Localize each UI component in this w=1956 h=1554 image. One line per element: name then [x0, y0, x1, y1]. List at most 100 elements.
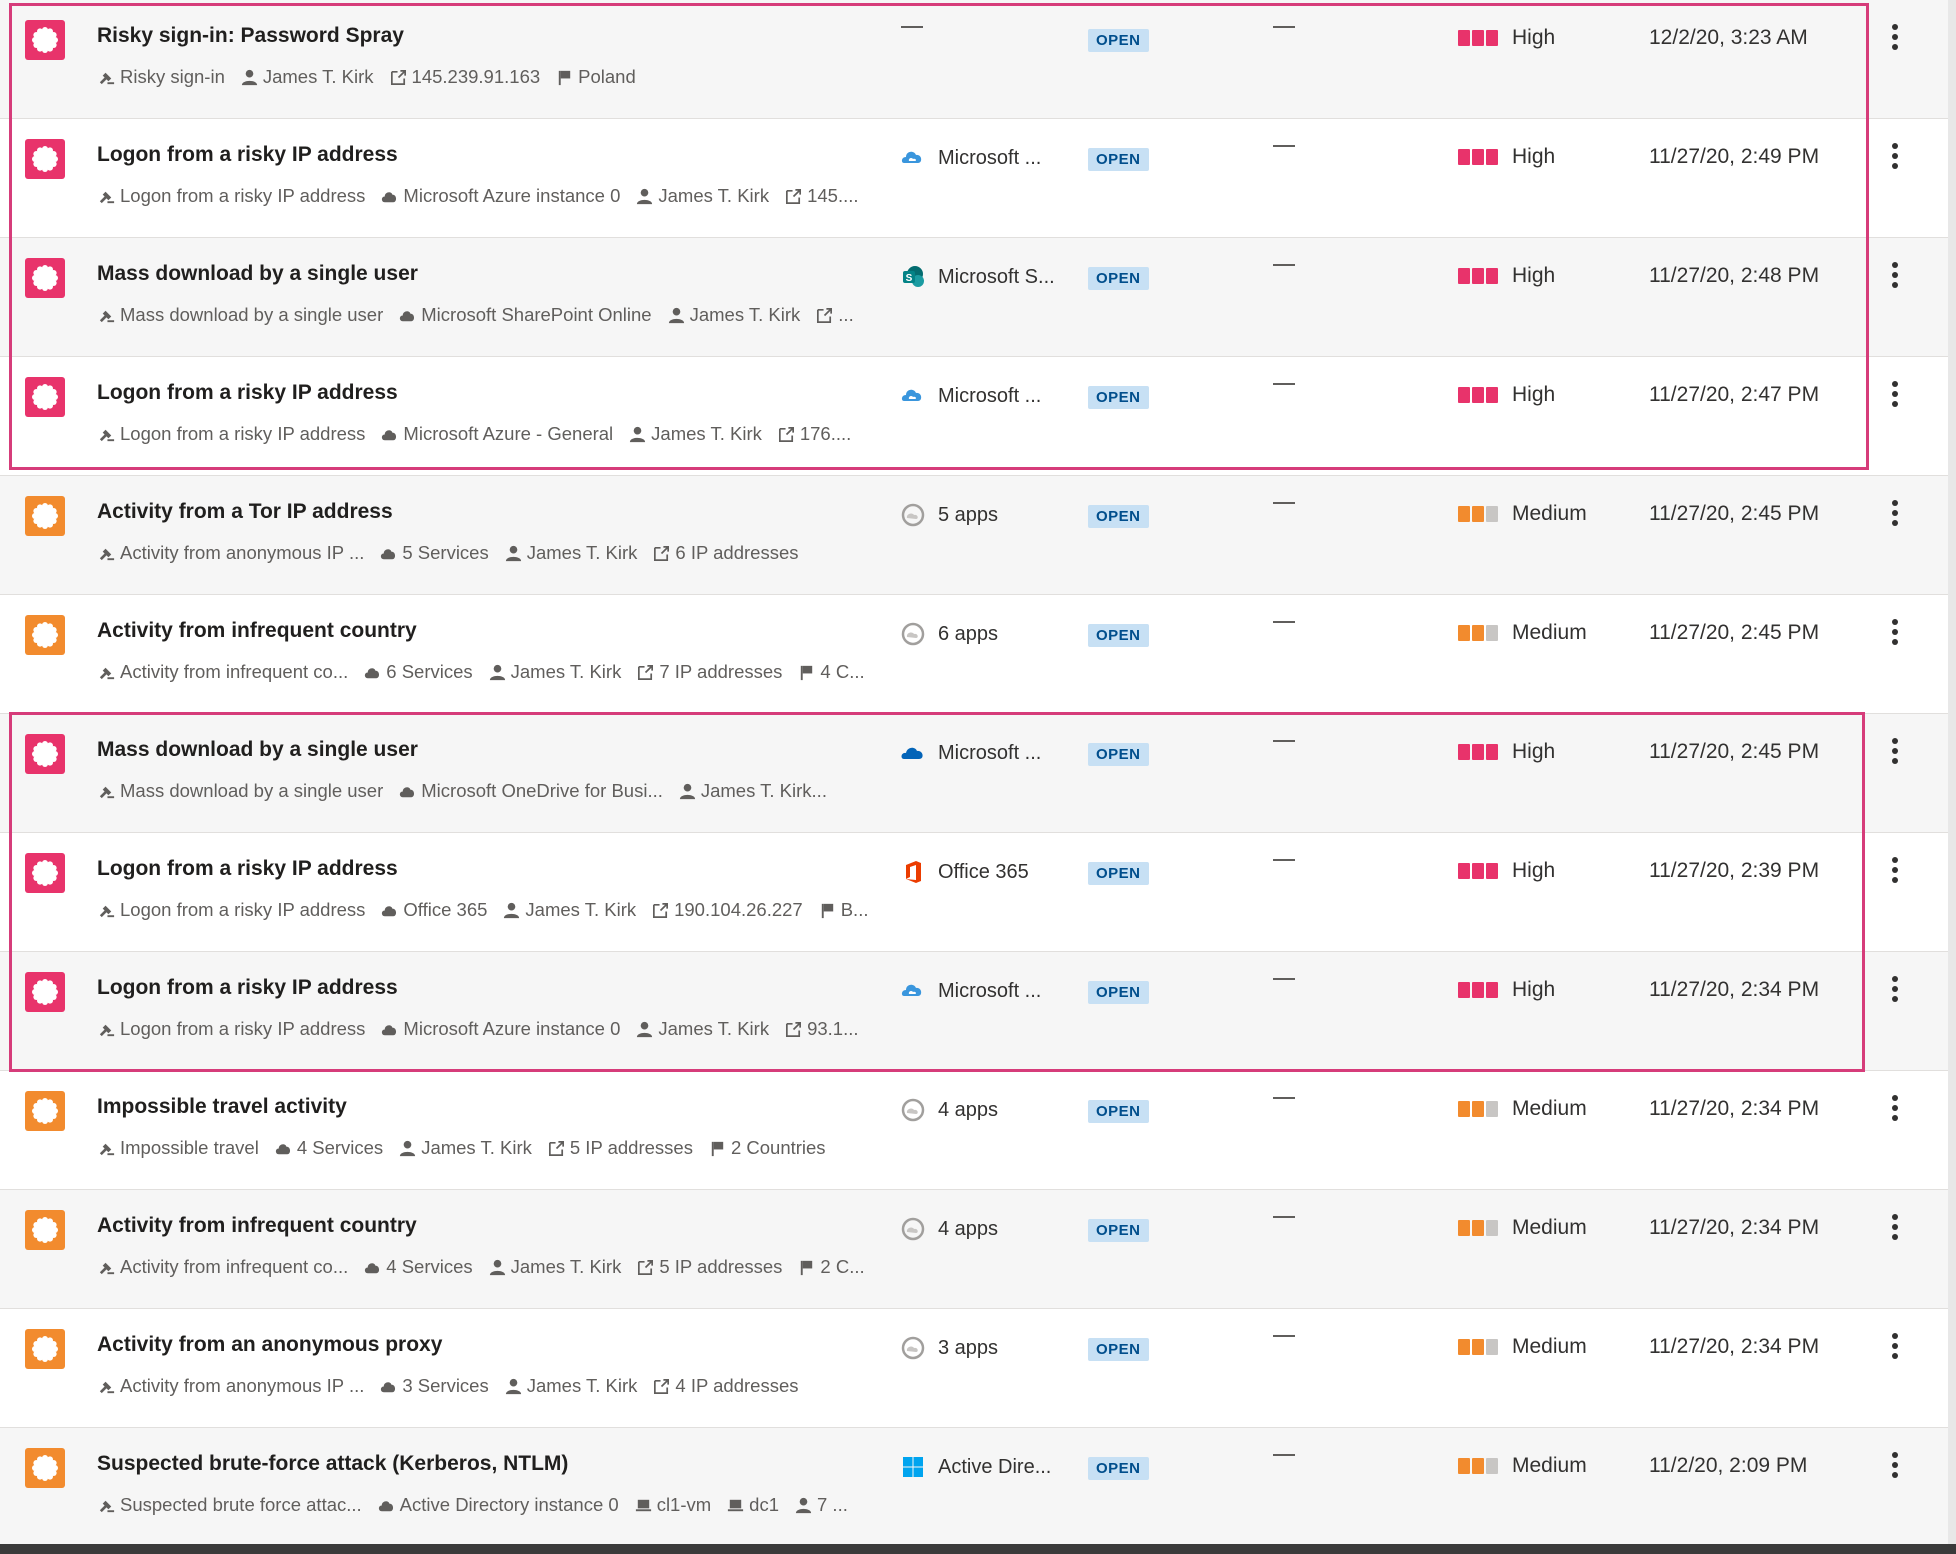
- alert-meta-item: James T. Kirk: [504, 542, 637, 564]
- severity-bars-icon: [1458, 744, 1500, 760]
- cloud-icon: [380, 1020, 403, 1039]
- apps-icon: [900, 502, 926, 528]
- more-options-icon[interactable]: [1880, 972, 1910, 1006]
- app-cell[interactable]: 3 apps: [900, 1335, 998, 1361]
- more-options-icon[interactable]: [1880, 258, 1910, 292]
- alert-row[interactable]: Activity from a Tor IP address Activity …: [0, 476, 1948, 595]
- assigned-empty-dash: [1273, 621, 1295, 623]
- azure-icon: [900, 978, 926, 1004]
- alert-row[interactable]: Mass download by a single user Mass down…: [0, 714, 1948, 833]
- alert-meta-text: Logon from a risky IP address: [120, 899, 366, 920]
- cloud-icon: [379, 1377, 402, 1396]
- app-cell[interactable]: Microsoft ...: [900, 383, 1041, 409]
- policy-icon: [97, 544, 120, 563]
- app-cell[interactable]: Office 365: [900, 859, 1029, 885]
- app-cell[interactable]: 6 apps: [900, 621, 998, 647]
- severity-label: High: [1512, 145, 1556, 168]
- alert-row[interactable]: Risky sign-in: Password Spray Risky sign…: [0, 0, 1948, 119]
- more-options-icon[interactable]: [1880, 1448, 1910, 1482]
- alert-row[interactable]: Activity from infrequent country Activit…: [0, 1190, 1948, 1309]
- alert-meta-text: James T. Kirk: [421, 1137, 532, 1158]
- more-options-icon[interactable]: [1880, 853, 1910, 887]
- cloud-icon: [274, 1139, 297, 1158]
- apps-icon: [900, 621, 926, 647]
- app-cell[interactable]: 4 apps: [900, 1097, 998, 1123]
- apps-icon: [900, 1216, 926, 1242]
- app-cell[interactable]: Microsoft ...: [900, 740, 1041, 766]
- more-options-icon[interactable]: [1880, 1210, 1910, 1244]
- alert-meta-text: James T. Kirk: [658, 1018, 770, 1039]
- alert-title[interactable]: Activity from infrequent country: [97, 619, 417, 643]
- app-cell[interactable]: 5 apps: [900, 502, 998, 528]
- alert-title[interactable]: Logon from a risky IP address: [97, 143, 398, 167]
- ip-icon: [652, 1377, 675, 1396]
- more-options-icon[interactable]: [1880, 377, 1910, 411]
- alert-meta-text: Logon from a risky IP address: [120, 1018, 366, 1039]
- alert-meta-item: 4 Services: [274, 1137, 383, 1159]
- assigned-empty-dash: [1273, 1216, 1295, 1218]
- alert-title[interactable]: Mass download by a single user: [97, 262, 418, 286]
- alert-title[interactable]: Activity from an anonymous proxy: [97, 1333, 442, 1357]
- status-badge: OPEN: [1088, 1100, 1149, 1123]
- alert-title[interactable]: Suspected brute-force attack (Kerberos, …: [97, 1452, 568, 1476]
- alert-row[interactable]: Impossible travel activity Impossible tr…: [0, 1071, 1948, 1190]
- alert-meta-item: James T. Kirk...: [678, 780, 827, 802]
- alert-meta: Logon from a risky IP address Microsoft A…: [97, 1018, 877, 1040]
- more-options-icon[interactable]: [1880, 20, 1910, 54]
- more-options-icon[interactable]: [1880, 496, 1910, 530]
- alert-meta-text: 176....: [799, 423, 852, 444]
- more-options-icon[interactable]: [1880, 1329, 1910, 1363]
- app-cell[interactable]: Active Dire...: [900, 1454, 1051, 1480]
- severity-label: High: [1512, 383, 1556, 406]
- app-cell[interactable]: Microsoft ...: [900, 978, 1041, 1004]
- more-options-icon[interactable]: [1880, 139, 1910, 173]
- ip-icon: [784, 187, 807, 206]
- alert-row[interactable]: Logon from a risky IP address Logon from…: [0, 833, 1948, 952]
- alert-timestamp: 11/27/20, 2:45 PM: [1649, 621, 1820, 644]
- alert-title[interactable]: Activity from infrequent country: [97, 1214, 417, 1238]
- alert-timestamp: 11/27/20, 2:49 PM: [1649, 145, 1820, 168]
- severity-bars-icon: [1458, 30, 1500, 46]
- alert-row[interactable]: Mass download by a single user Mass down…: [0, 238, 1948, 357]
- alert-row[interactable]: Logon from a risky IP address Logon from…: [0, 952, 1948, 1071]
- alert-meta-text: 5 IP addresses: [659, 1256, 783, 1277]
- app-cell[interactable]: 4 apps: [900, 1216, 998, 1242]
- severity-cell: High: [1458, 26, 1555, 50]
- ip-icon: [652, 544, 675, 563]
- alert-meta-text: 190.104.26.227: [674, 899, 803, 920]
- scrollbar[interactable]: [1948, 0, 1956, 1554]
- app-name: 5 apps: [938, 503, 999, 526]
- alert-title[interactable]: Logon from a risky IP address: [97, 857, 398, 881]
- severity-bars-icon: [1458, 1458, 1500, 1474]
- alert-title[interactable]: Mass download by a single user: [97, 738, 418, 762]
- alert-row[interactable]: Logon from a risky IP address Logon from…: [0, 357, 1948, 476]
- app-cell[interactable]: S Microsoft S...: [900, 264, 1055, 290]
- policy-icon: [97, 1139, 120, 1158]
- more-options-icon[interactable]: [1880, 1091, 1910, 1125]
- alert-title[interactable]: Risky sign-in: Password Spray: [97, 24, 404, 48]
- status-badge: OPEN: [1088, 981, 1149, 1004]
- alert-row[interactable]: Activity from an anonymous proxy Activit…: [0, 1309, 1948, 1428]
- alert-row[interactable]: Activity from infrequent country Activit…: [0, 595, 1948, 714]
- alert-timestamp: 11/27/20, 2:34 PM: [1649, 1097, 1820, 1120]
- policy-icon: [97, 782, 120, 801]
- alert-list: Risky sign-in: Password Spray Risky sign…: [0, 0, 1948, 1547]
- alert-meta-item: 145.239.91.163: [389, 66, 540, 88]
- alert-title[interactable]: Logon from a risky IP address: [97, 976, 398, 1000]
- alert-meta-text: Activity from infrequent co...: [120, 661, 349, 682]
- more-options-icon[interactable]: [1880, 615, 1910, 649]
- assigned-empty-dash: [1273, 740, 1295, 742]
- alert-meta-item: 6 IP addresses: [652, 542, 799, 564]
- alert-title[interactable]: Activity from a Tor IP address: [97, 500, 393, 524]
- alert-meta-item: Impossible travel: [97, 1137, 259, 1159]
- alert-row[interactable]: Logon from a risky IP address Logon from…: [0, 119, 1948, 238]
- alert-title[interactable]: Impossible travel activity: [97, 1095, 347, 1119]
- alert-row[interactable]: Suspected brute-force attack (Kerberos, …: [0, 1428, 1948, 1547]
- alert-title[interactable]: Logon from a risky IP address: [97, 381, 398, 405]
- app-cell[interactable]: Microsoft ...: [900, 145, 1041, 171]
- alert-timestamp: 11/27/20, 2:34 PM: [1649, 1335, 1820, 1358]
- more-options-icon[interactable]: [1880, 734, 1910, 768]
- alert-meta-item: 145....: [784, 185, 859, 207]
- alert-meta-item: 190.104.26.227: [651, 899, 803, 921]
- alert-meta-item: dc1: [726, 1494, 779, 1516]
